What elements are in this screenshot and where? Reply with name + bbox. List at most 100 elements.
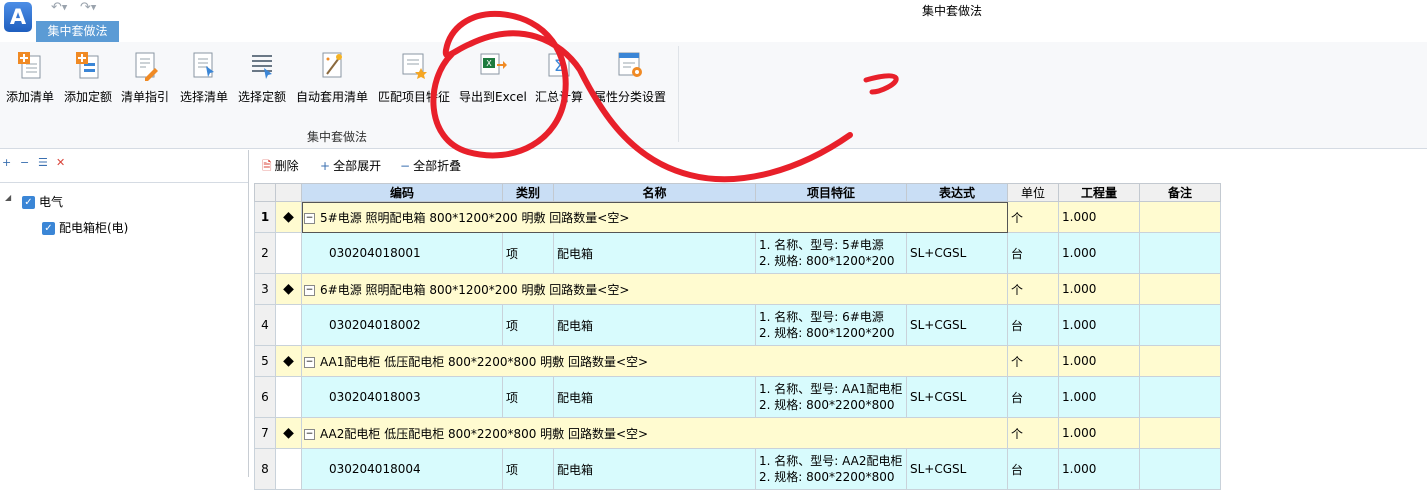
table-row[interactable]: 5 ◆ − AA1配电柜 低压配电柜 800*2200*800 明敷 回路数量<空… — [254, 345, 1221, 377]
excel-export-button[interactable]: X 导出到Excel — [459, 50, 527, 105]
tree-collapse-icon[interactable]: ◢ — [5, 193, 11, 202]
table-row[interactable]: 6 030204018003 项 配电箱 1. 名称、型号: AA1配电柜 2. … — [254, 376, 1221, 418]
quantity-cell[interactable]: 1.000 — [1058, 304, 1140, 346]
col-header-quantity[interactable]: 工程量 — [1058, 183, 1140, 202]
col-header-remark[interactable]: 备注 — [1139, 183, 1221, 202]
group-description[interactable]: − AA2配电柜 低压配电柜 800*2200*800 明敷 回路数量<空> — [301, 417, 1008, 449]
name-cell[interactable]: 配电箱 — [553, 448, 756, 490]
code-cell[interactable]: 030204018001 — [301, 232, 503, 274]
tree-node-distribution-box[interactable]: ✓ 配电箱柜(电) — [42, 219, 128, 236]
quantity-cell[interactable]: 1.000 — [1058, 232, 1140, 274]
collapse-all-icon[interactable]: − — [20, 156, 29, 169]
tree-node-label: 配电箱柜(电) — [59, 221, 129, 235]
col-header-unit[interactable]: 单位 — [1007, 183, 1059, 202]
quantity-cell[interactable]: 1.000 — [1058, 201, 1140, 233]
type-cell[interactable]: 项 — [502, 304, 554, 346]
table-row[interactable]: 1 ◆ −5#电源 照明配电箱 800*1200*200 明敷 回路数量<空> … — [254, 201, 1221, 233]
delete-button[interactable]: 🗎 删除 — [262, 157, 299, 178]
sum-calc-button[interactable]: Σ 汇总计算 — [535, 50, 583, 105]
remark-cell[interactable] — [1139, 417, 1221, 449]
unit-cell[interactable]: 台 — [1007, 304, 1059, 346]
col-header-features[interactable]: 项目特征 — [755, 183, 907, 202]
features-cell[interactable]: 1. 名称、型号: 5#电源 2. 规格: 800*1200*200 — [755, 232, 907, 274]
code-cell[interactable]: 030204018003 — [301, 376, 503, 418]
unit-cell[interactable]: 个 — [1007, 345, 1059, 377]
unit-cell[interactable]: 台 — [1007, 376, 1059, 418]
row-marker — [275, 232, 302, 274]
unit-cell[interactable]: 台 — [1007, 232, 1059, 274]
table-row[interactable]: 8 030204018004 项 配电箱 1. 名称、型号: AA2配电柜 2. … — [254, 448, 1221, 490]
remark-cell[interactable] — [1139, 273, 1221, 305]
quantity-cell[interactable]: 1.000 — [1058, 417, 1140, 449]
expand-all-button[interactable]: + 全部展开 — [320, 157, 381, 174]
undo-icon[interactable]: ↶▼ — [51, 0, 67, 15]
tab-centralized-method[interactable]: 集中套做法 — [36, 21, 119, 42]
expand-all-icon[interactable]: + — [2, 156, 11, 169]
bill-guide-button[interactable]: 清单指引 — [121, 50, 169, 105]
remark-cell[interactable] — [1139, 232, 1221, 274]
row-number: 4 — [254, 304, 276, 346]
unit-cell[interactable]: 个 — [1007, 201, 1059, 233]
collapse-row-icon[interactable]: − — [304, 428, 315, 440]
unit-cell[interactable]: 个 — [1007, 273, 1059, 305]
features-cell[interactable]: 1. 名称、型号: AA1配电柜 2. 规格: 800*2200*800 — [755, 376, 907, 418]
redo-icon[interactable]: ↷▼ — [80, 0, 96, 15]
quantity-cell[interactable]: 1.000 — [1058, 345, 1140, 377]
expression-cell[interactable]: SL+CGSL — [906, 304, 1008, 346]
table-row[interactable]: 4 030204018002 项 配电箱 1. 名称、型号: 6#电源 2. 规格… — [254, 304, 1221, 346]
select-bill-button[interactable]: 选择清单 — [180, 50, 228, 105]
bill-guide-label: 清单指引 — [121, 90, 170, 104]
property-settings-button[interactable]: 属性分类设置 — [594, 50, 666, 105]
group-description[interactable]: − AA1配电柜 低压配电柜 800*2200*800 明敷 回路数量<空> — [301, 345, 1008, 377]
collapse-row-icon[interactable]: − — [304, 212, 315, 224]
col-header-expression[interactable]: 表达式 — [906, 183, 1008, 202]
checkbox-checked-icon[interactable]: ✓ — [42, 222, 55, 235]
name-cell[interactable]: 配电箱 — [553, 304, 756, 346]
auto-apply-button[interactable]: 自动套用清单 — [296, 50, 368, 105]
table-row[interactable]: 2 030204018001 项 配电箱 1. 名称、型号: 5#电源 2. 规格… — [254, 232, 1221, 274]
code-cell[interactable]: 030204018004 — [301, 448, 503, 490]
expression-cell[interactable]: SL+CGSL — [906, 232, 1008, 274]
type-cell[interactable]: 项 — [502, 448, 554, 490]
collapse-all-button[interactable]: − 全部折叠 — [400, 157, 461, 174]
remark-cell[interactable] — [1139, 304, 1221, 346]
group-description[interactable]: −6#电源 照明配电箱 800*1200*200 明敷 回路数量<空> — [301, 273, 1008, 305]
add-bill-button[interactable]: 添加清单 — [6, 50, 54, 105]
remark-cell[interactable] — [1139, 448, 1221, 490]
clear-tree-icon[interactable]: ✕ — [56, 156, 65, 169]
type-cell[interactable]: 项 — [502, 232, 554, 274]
group-description[interactable]: −5#电源 照明配电箱 800*1200*200 明敷 回路数量<空> — [301, 201, 1008, 233]
remark-cell[interactable] — [1139, 376, 1221, 418]
tree-node-electric[interactable]: ✓ 电气 — [22, 193, 63, 210]
bill-table: 编码 类别 名称 项目特征 表达式 单位 工程量 备注 1 ◆ −5#电源 照明… — [254, 183, 1221, 490]
select-tree-icon[interactable]: ☰ — [38, 156, 48, 169]
collapse-row-icon[interactable]: − — [304, 284, 315, 296]
collapse-row-icon[interactable]: − — [304, 356, 315, 368]
panel-splitter[interactable] — [248, 150, 249, 477]
quantity-cell[interactable]: 1.000 — [1058, 376, 1140, 418]
type-cell[interactable]: 项 — [502, 376, 554, 418]
unit-cell[interactable]: 个 — [1007, 417, 1059, 449]
table-row[interactable]: 3 ◆ −6#电源 照明配电箱 800*1200*200 明敷 回路数量<空> … — [254, 273, 1221, 305]
features-cell[interactable]: 1. 名称、型号: 6#电源 2. 规格: 800*1200*200 — [755, 304, 907, 346]
col-header-code[interactable]: 编码 — [301, 183, 503, 202]
quantity-cell[interactable]: 1.000 — [1058, 273, 1140, 305]
checkbox-checked-icon[interactable]: ✓ — [22, 196, 35, 209]
code-cell[interactable]: 030204018002 — [301, 304, 503, 346]
select-quota-button[interactable]: 选择定额 — [238, 50, 286, 105]
unit-cell[interactable]: 台 — [1007, 448, 1059, 490]
name-cell[interactable]: 配电箱 — [553, 376, 756, 418]
remark-cell[interactable] — [1139, 201, 1221, 233]
quantity-cell[interactable]: 1.000 — [1058, 448, 1140, 490]
expression-cell[interactable]: SL+CGSL — [906, 448, 1008, 490]
match-feature-button[interactable]: 匹配项目特征 — [378, 50, 450, 105]
name-cell[interactable]: 配电箱 — [553, 232, 756, 274]
remark-cell[interactable] — [1139, 345, 1221, 377]
col-header-name[interactable]: 名称 — [553, 183, 756, 202]
table-row[interactable]: 7 ◆ − AA2配电柜 低压配电柜 800*2200*800 明敷 回路数量<空… — [254, 417, 1221, 449]
expression-cell[interactable]: SL+CGSL — [906, 376, 1008, 418]
add-quota-button[interactable]: 添加定额 — [64, 50, 112, 105]
features-cell[interactable]: 1. 名称、型号: AA2配电柜 2. 规格: 800*2200*800 — [755, 448, 907, 490]
app-logo[interactable]: A — [4, 2, 32, 32]
col-header-type[interactable]: 类别 — [502, 183, 554, 202]
